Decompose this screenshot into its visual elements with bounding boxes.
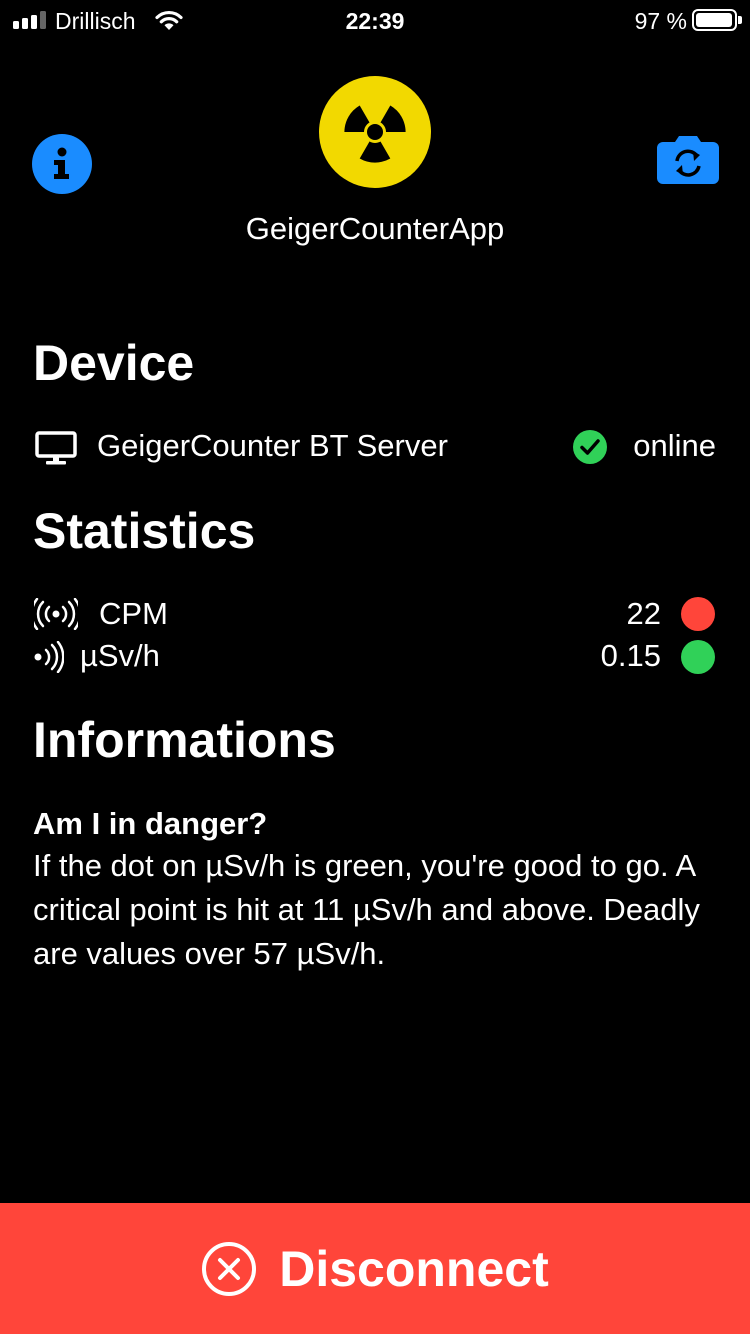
camera-switch-icon (657, 136, 719, 184)
monitor-icon (35, 431, 77, 465)
device-status: online (633, 428, 716, 463)
app-title: GeigerCounterApp (245, 211, 505, 246)
broadcast-icon (34, 598, 78, 630)
close-circle-icon (202, 1241, 257, 1296)
info-heading: Am I in danger? (33, 806, 268, 841)
battery-cap (738, 16, 742, 24)
battery-percent: 97 % (634, 8, 687, 34)
status-bar: Drillisch 22:39 97 % (0, 0, 750, 40)
disconnect-label: Disconnect (279, 1240, 549, 1297)
info-body: If the dot on µSv/h is green, you're goo… (33, 848, 700, 971)
device-section-title: Device (33, 335, 195, 391)
statistics-section-title: Statistics (33, 503, 256, 559)
stat-value-usvh: 0.15 (600, 638, 661, 673)
camera-switch-button[interactable] (657, 135, 719, 185)
stat-label-cpm: CPM (99, 596, 168, 631)
battery-icon (692, 9, 737, 31)
radiation-icon (319, 76, 431, 188)
stat-value-cpm: 22 (626, 596, 661, 631)
info-icon (54, 147, 69, 179)
device-name: GeigerCounter BT Server (97, 428, 448, 463)
status-indicator-dot (681, 597, 715, 631)
informations-section-title: Informations (33, 712, 336, 768)
status-indicator-dot (681, 640, 715, 674)
disconnect-button[interactable]: Disconnect (0, 1203, 750, 1334)
info-button[interactable] (32, 134, 92, 194)
signal-waves-icon (34, 641, 64, 673)
checkmark-circle-icon (573, 430, 607, 464)
stat-label-usvh: µSv/h (80, 638, 160, 673)
